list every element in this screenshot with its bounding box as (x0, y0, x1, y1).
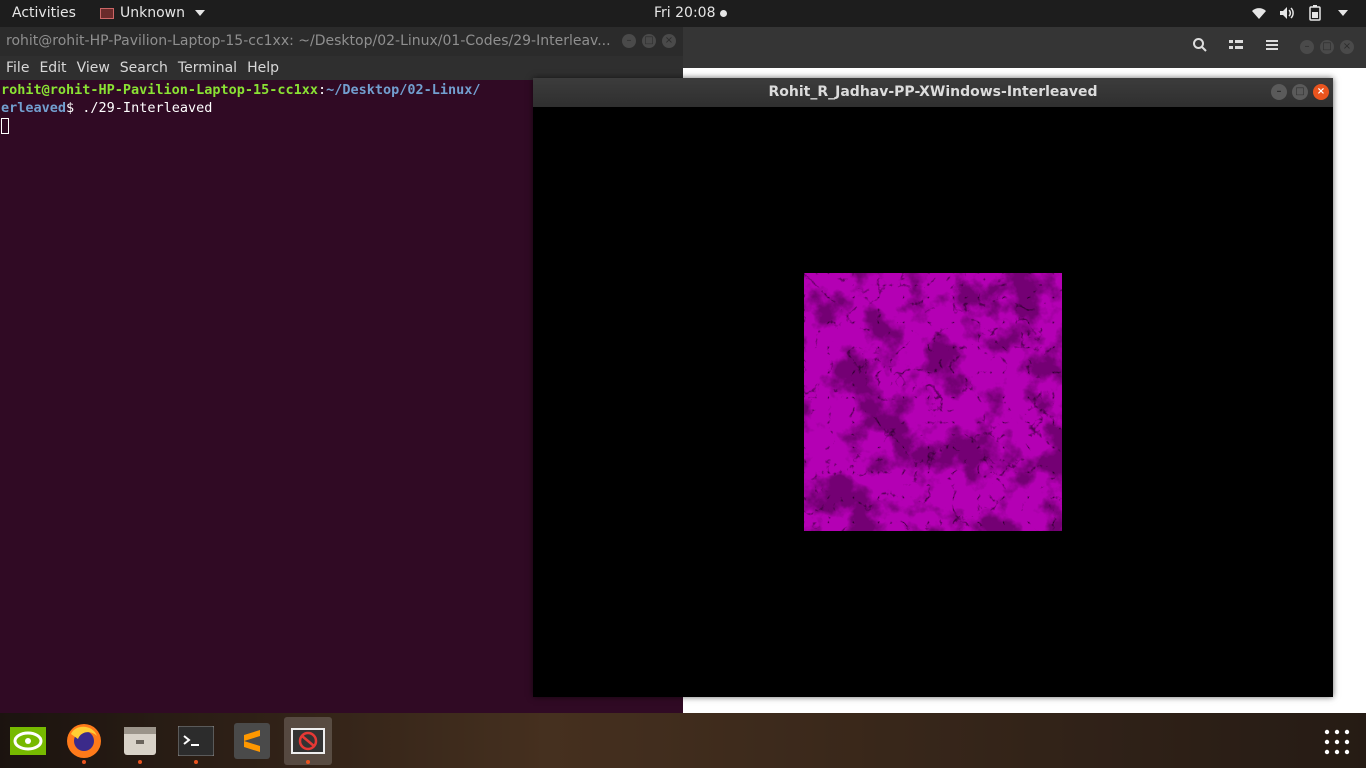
prompt-path-continued: erleaved (1, 100, 67, 116)
minimize-icon[interactable]: – (622, 34, 636, 48)
app-icon (100, 7, 114, 19)
close-icon[interactable]: × (1313, 84, 1329, 100)
top-bar: Activities Unknown Fri 20:08 (0, 0, 1366, 27)
minimize-icon[interactable]: – (1271, 84, 1287, 100)
dock (0, 713, 1366, 768)
maximize-icon[interactable]: □ (642, 34, 656, 48)
close-icon[interactable]: × (1340, 40, 1354, 54)
hamburger-menu-icon[interactable] (1264, 37, 1280, 57)
menu-terminal[interactable]: Terminal (178, 60, 237, 76)
xwindow-titlebar[interactable]: Rohit_R_Jadhav-PP-XWindows-Interleaved –… (533, 78, 1333, 107)
system-menu-chevron-icon[interactable] (1338, 10, 1348, 16)
menu-file[interactable]: File (6, 60, 29, 76)
terminal-title: rohit@rohit-HP-Pavilion-Laptop-15-cc1xx:… (6, 33, 611, 49)
minimize-icon[interactable]: – (1300, 40, 1314, 54)
app-menu-label: Unknown (120, 5, 185, 21)
maximize-icon[interactable]: □ (1320, 40, 1334, 54)
sublime-text-icon[interactable] (228, 717, 276, 765)
clock-label: Fri 20:08 (654, 5, 716, 21)
maximize-icon[interactable]: □ (1292, 84, 1308, 100)
files-icon[interactable] (116, 717, 164, 765)
terminal-icon[interactable] (172, 717, 220, 765)
menu-search[interactable]: Search (120, 60, 168, 76)
menu-help[interactable]: Help (247, 60, 279, 76)
notification-dot-icon (720, 9, 728, 17)
xwindows-app-window[interactable]: Rohit_R_Jadhav-PP-XWindows-Interleaved –… (533, 78, 1333, 697)
prompt-symbol: $ (66, 100, 83, 116)
volume-icon[interactable] (1278, 4, 1296, 22)
terminal-titlebar[interactable]: rohit@rohit-HP-Pavilion-Laptop-15-cc1xx:… (0, 27, 683, 56)
terminal-menubar: File Edit View Search Terminal Help (0, 56, 683, 80)
command-text: ./29-Interleaved (82, 100, 213, 116)
close-icon[interactable]: × (662, 34, 676, 48)
search-icon[interactable] (1192, 37, 1208, 57)
app-menu[interactable]: Unknown (100, 5, 205, 21)
marble-textured-quad (804, 273, 1062, 531)
firefox-icon[interactable] (60, 717, 108, 765)
menu-edit[interactable]: Edit (39, 60, 66, 76)
prompt-user: rohit@rohit-HP-Pavilion-Laptop-15-cc1xx (1, 82, 318, 98)
show-applications-icon[interactable] (1324, 729, 1350, 755)
background-window-header: – □ × (683, 27, 1366, 68)
chevron-down-icon (195, 10, 205, 16)
xwindows-app-icon[interactable] (284, 717, 332, 765)
nvidia-settings-icon[interactable] (4, 717, 52, 765)
activities-button[interactable]: Activities (12, 5, 76, 21)
wifi-icon[interactable] (1250, 4, 1268, 22)
prompt-separator: : (317, 82, 327, 98)
clock[interactable]: Fri 20:08 (654, 5, 728, 21)
system-tray[interactable] (1250, 4, 1348, 22)
battery-icon[interactable] (1306, 4, 1324, 22)
prompt-path: ~/Desktop/02-Linux/ (326, 82, 481, 98)
xwindow-title: Rohit_R_Jadhav-PP-XWindows-Interleaved (768, 84, 1098, 100)
view-toggle-icon[interactable] (1228, 37, 1244, 57)
menu-view[interactable]: View (77, 60, 110, 76)
text-cursor (1, 118, 9, 134)
